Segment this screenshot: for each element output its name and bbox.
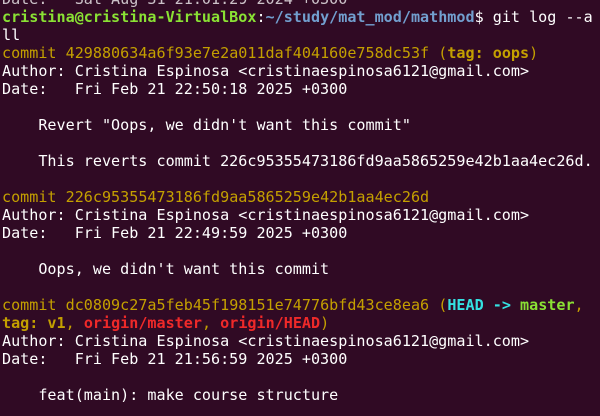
prompt-separator: : <box>256 8 266 26</box>
commit-hash: dc0809c27a5feb45f198151e74776bfd43ce8ea6 <box>65 296 430 314</box>
head-ref: HEAD -> <box>447 296 521 314</box>
commit-header: commit 429880634a6f93e7e2a011daf404160e7… <box>2 44 600 62</box>
commit-header: commit 226c95355473186fd9aa5865259e42b1a… <box>2 188 600 206</box>
tag-ref: tag: v1 <box>2 314 66 332</box>
commit-hash: 226c95355473186fd9aa5865259e42b1aa4ec26d <box>65 188 430 206</box>
commit-date: Date: Fri Feb 21 22:50:18 2025 +0300 <box>2 80 348 98</box>
terminal-output: Date: Sat Aug 31 21:01:29 2024 +0300 cri… <box>2 0 600 404</box>
prompt-line: cristina@cristina-VirtualBox:~/study/mat… <box>2 8 600 26</box>
prompt-path: ~/study/mat_mod/mathmod <box>265 8 475 26</box>
prompt-symbol: $ <box>474 8 484 26</box>
prompt-user-host: cristina@cristina-VirtualBox <box>2 8 257 26</box>
commit-hash: 429880634a6f93e7e2a011daf404160e758dc53f <box>65 44 430 62</box>
commit-date: Date: Fri Feb 21 21:56:59 2025 +0300 <box>2 350 348 368</box>
previous-output-line: Date: Sat Aug 31 21:01:29 2024 +0300 <box>2 0 600 8</box>
remote-branch-ref: origin/master <box>83 314 202 332</box>
prompt-command-wrap: ll <box>2 26 21 44</box>
commit-prefix: commit <box>2 296 66 314</box>
ref-comma: , <box>574 296 584 314</box>
commit-author: Author: Cristina Espinosa <cristinaespin… <box>2 206 530 224</box>
ref-open: ( <box>429 296 448 314</box>
commit-date: Date: Fri Feb 21 22:49:59 2025 +0300 <box>2 224 348 242</box>
commit-prefix: commit <box>2 188 66 206</box>
commit-author: Author: Cristina Espinosa <cristinaespin… <box>2 332 530 350</box>
commit-header: commit dc0809c27a5feb45f198151e74776bfd4… <box>2 296 600 314</box>
branch-ref: master <box>520 296 575 314</box>
prompt-command: git log --a <box>483 8 593 26</box>
commit-message-line: This reverts commit 226c95355473186fd9aa… <box>2 152 593 170</box>
tag-ref: tag: oops <box>447 44 530 62</box>
commit-message-line: Oops, we didn't want this commit <box>2 260 330 278</box>
ref-open: ( <box>429 44 448 62</box>
commit-header-wrap: tag: v1, origin/master, origin/HEAD) <box>2 314 600 332</box>
ref-comma: , <box>65 314 84 332</box>
ref-comma: , <box>201 314 221 332</box>
commit-prefix: commit <box>2 44 66 62</box>
ref-close: ) <box>320 314 330 332</box>
commit-message-line: feat(main): make course structure <box>2 386 339 404</box>
ref-close: ) <box>529 44 539 62</box>
remote-head-ref: origin/HEAD <box>220 314 321 332</box>
commit-author: Author: Cristina Espinosa <cristinaespin… <box>2 62 530 80</box>
terminal-window[interactable]: Date: Sat Aug 31 21:01:29 2024 +0300 cri… <box>0 0 600 416</box>
commit-message-line: Revert "Oops, we didn't want this commit… <box>2 116 411 134</box>
